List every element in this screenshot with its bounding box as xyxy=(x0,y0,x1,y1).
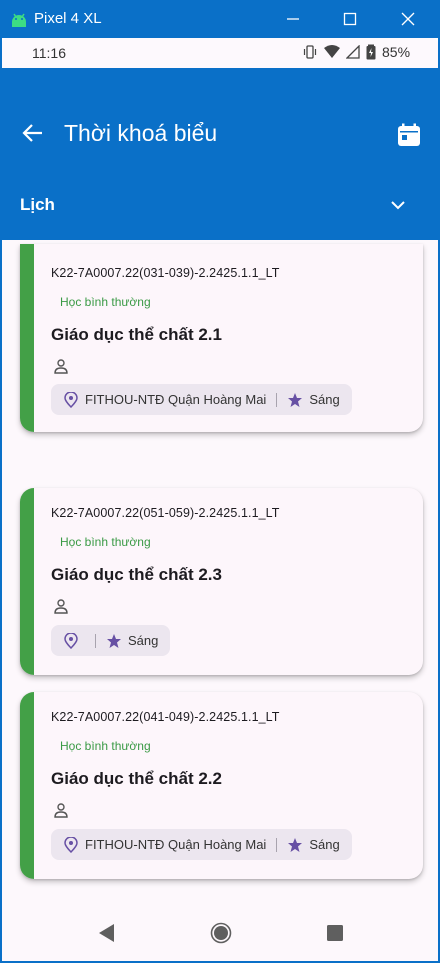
chevron-down-icon xyxy=(385,192,411,218)
schedule-list: K22-7A0007.22(031-039)-2.2425.1.1_LT Học… xyxy=(2,240,438,907)
close-icon xyxy=(401,12,415,26)
schedule-dropdown[interactable]: Lịch xyxy=(2,180,438,230)
back-button[interactable] xyxy=(18,118,48,148)
nav-recent-icon xyxy=(327,925,343,941)
app-bar: Thời khoá biểu Lịch xyxy=(2,68,438,240)
schedule-card[interactable]: K22-7A0007.22(051-059)-2.2425.1.1_LT Học… xyxy=(20,488,423,675)
battery-percent: 85% xyxy=(382,44,411,60)
location-icon xyxy=(63,391,79,408)
star-icon xyxy=(287,392,303,408)
maximize-button[interactable] xyxy=(336,6,364,32)
class-status: Học bình thường xyxy=(60,739,151,753)
arrow-back-icon xyxy=(22,124,42,142)
session-text: Sáng xyxy=(128,633,159,648)
calendar-icon xyxy=(398,123,420,146)
card-accent-bar xyxy=(20,692,34,879)
session-text: Sáng xyxy=(309,837,340,852)
location-icon xyxy=(63,632,79,649)
system-nav-bar xyxy=(2,907,438,961)
location-icon xyxy=(63,836,79,853)
person-icon xyxy=(53,358,69,374)
schedule-card[interactable]: K22-7A0007.22(041-049)-2.2425.1.1_LT Học… xyxy=(20,692,423,879)
location-text: FITHOU-NTĐ Quận Hoàng Mai xyxy=(85,837,267,852)
info-chip: Sáng xyxy=(51,625,171,656)
window-title: Pixel 4 XL xyxy=(34,10,102,27)
vibrate-icon xyxy=(303,45,317,59)
session-text: Sáng xyxy=(309,392,340,407)
nav-recent-button[interactable] xyxy=(323,921,347,945)
status-bar: 11:16 85% xyxy=(2,38,438,68)
person-icon xyxy=(53,802,69,818)
subject-name: Giáo dục thể chất 2.1 xyxy=(51,325,222,344)
chip-divider xyxy=(95,633,96,648)
nav-home-button[interactable] xyxy=(209,921,233,945)
info-chip: FITHOU-NTĐ Quận Hoàng Mai Sáng xyxy=(51,829,352,860)
battery-charging-icon xyxy=(366,44,376,60)
info-chip: FITHOU-NTĐ Quận Hoàng Mai Sáng xyxy=(51,384,352,415)
maximize-icon xyxy=(343,12,357,26)
chip-divider xyxy=(276,392,278,407)
subject-name: Giáo dục thể chất 2.2 xyxy=(51,769,222,788)
class-code: K22-7A0007.22(041-049)-2.2425.1.1_LT xyxy=(51,710,280,724)
class-status: Học bình thường xyxy=(60,295,151,309)
chip-divider xyxy=(276,837,278,852)
star-icon xyxy=(106,633,122,649)
dropdown-label: Lịch xyxy=(20,195,55,214)
schedule-card[interactable]: K22-7A0007.22(031-039)-2.2425.1.1_LT Học… xyxy=(20,244,423,432)
person-icon xyxy=(53,598,69,614)
nav-back-button[interactable] xyxy=(95,921,119,945)
class-status: Học bình thường xyxy=(60,535,151,549)
device-screen: 11:16 85% Thời khoá biểu Lịch K22-7A0007… xyxy=(0,38,440,963)
card-accent-bar xyxy=(20,488,34,675)
android-icon xyxy=(10,10,28,28)
minimize-icon xyxy=(287,18,299,20)
location-text: FITHOU-NTĐ Quận Hoàng Mai xyxy=(85,392,267,407)
star-icon xyxy=(287,837,303,853)
signal-icon xyxy=(346,45,360,59)
status-icons: 85% xyxy=(302,44,410,60)
minimize-button[interactable] xyxy=(279,6,307,32)
subject-name: Giáo dục thể chất 2.3 xyxy=(51,565,222,584)
card-accent-bar xyxy=(20,244,34,432)
class-code: K22-7A0007.22(031-039)-2.2425.1.1_LT xyxy=(51,266,280,280)
window-titlebar: Pixel 4 XL xyxy=(0,0,440,38)
nav-back-icon xyxy=(99,924,114,942)
nav-home-icon xyxy=(210,922,232,944)
class-code: K22-7A0007.22(051-059)-2.2425.1.1_LT xyxy=(51,506,280,520)
wifi-icon xyxy=(324,45,340,58)
close-button[interactable] xyxy=(394,6,422,32)
status-time: 11:16 xyxy=(32,45,66,61)
calendar-button[interactable] xyxy=(394,120,424,150)
page-title: Thời khoá biểu xyxy=(64,120,218,146)
